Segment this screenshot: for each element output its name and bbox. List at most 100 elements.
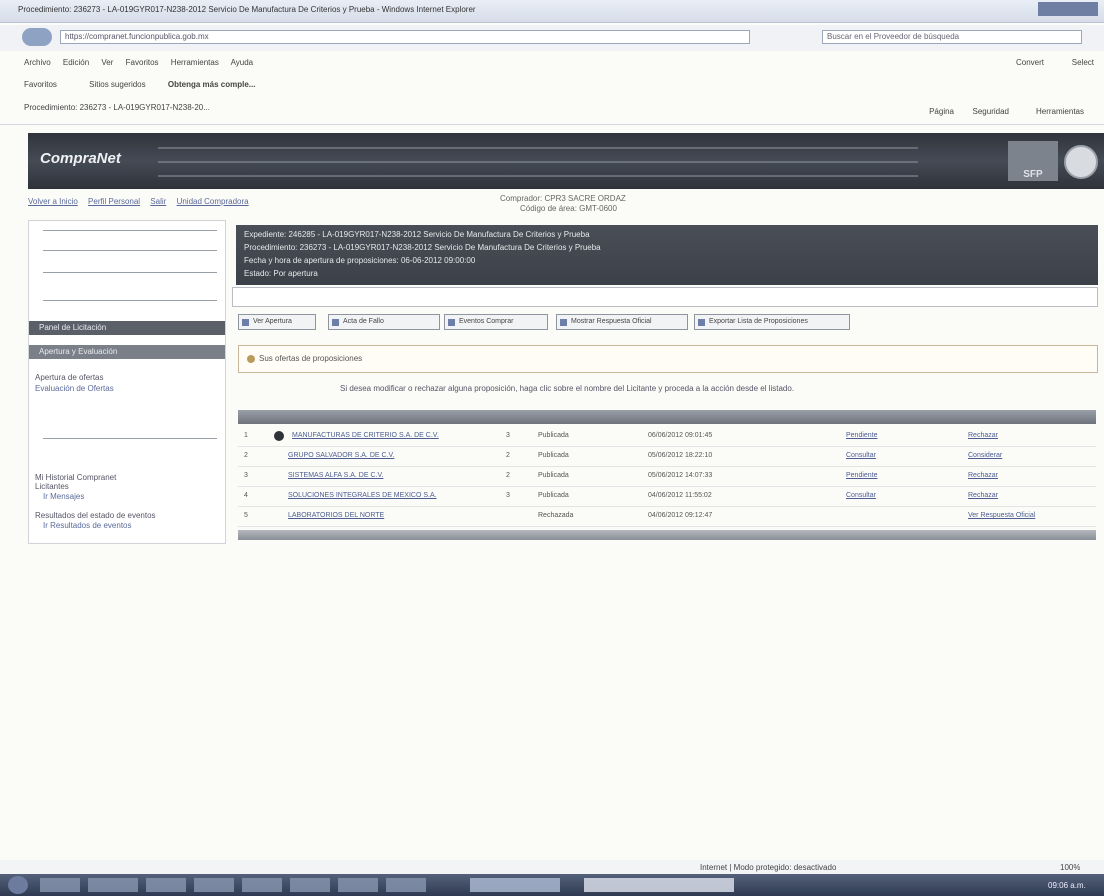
cmd-herramientas[interactable]: Herramientas: [1036, 107, 1084, 116]
taskbar-item[interactable]: [194, 878, 234, 892]
site-banner: CompraNet SFP: [28, 133, 1104, 189]
bidder-link[interactable]: SISTEMAS ALFA S.A. DE C.V.: [288, 472, 383, 479]
info-fecha-apertura: Fecha y hora de apertura de proposicione…: [244, 256, 476, 265]
url-input[interactable]: https://compranet.funcionpublica.gob.mx: [60, 30, 750, 44]
bidder-link[interactable]: LABORATORIOS DEL NORTE: [288, 512, 384, 519]
row-date: 04/06/2012 09:12:47: [648, 512, 713, 519]
row-number: 2: [244, 452, 248, 459]
taskbar-item[interactable]: [290, 878, 330, 892]
row-status: Publicada: [538, 472, 569, 479]
taskbar-item[interactable]: [146, 878, 186, 892]
document-icon: [560, 319, 567, 326]
link-unidad[interactable]: Unidad Compradora: [177, 197, 249, 206]
document-icon: [242, 319, 249, 326]
bidder-link[interactable]: MANUFACTURAS DE CRITERIO S.A. DE C.V.: [292, 432, 439, 439]
search-input[interactable]: Buscar en el Proveedor de búsqueda: [822, 30, 1082, 44]
row-action[interactable]: Rechazar: [968, 472, 998, 479]
info-procedimiento: Procedimiento: 236273 - LA-019GYR017-N23…: [244, 243, 601, 252]
row-qty: 2: [506, 452, 510, 459]
tab-procedimiento[interactable]: Procedimiento: 236273 - LA-019GYR017-N23…: [24, 103, 210, 112]
row-action[interactable]: Considerar: [968, 452, 1002, 459]
row-status: Publicada: [538, 432, 569, 439]
government-seal-icon: [1064, 145, 1098, 179]
menu-item-herramientas[interactable]: Herramientas: [171, 58, 219, 67]
taskbar-item[interactable]: [338, 878, 378, 892]
back-button[interactable]: [22, 28, 52, 46]
taskbar-item[interactable]: [40, 878, 80, 892]
row-date: 04/06/2012 11:55:02: [648, 492, 712, 499]
collapsed-panel-bar[interactable]: [232, 287, 1098, 307]
clock[interactable]: 09:06 a.m.: [1048, 881, 1086, 890]
menu-item-favoritos[interactable]: Favoritos: [126, 58, 159, 67]
link-salir[interactable]: Salir: [150, 197, 166, 206]
row-qty: 3: [506, 432, 510, 439]
table-row: 5 LABORATORIOS DEL NORTE Rechazada 04/06…: [238, 508, 1096, 527]
start-button-icon[interactable]: [8, 876, 28, 894]
window-controls[interactable]: [1038, 2, 1098, 16]
convert-button[interactable]: Convert: [1016, 58, 1044, 67]
row-status: Rechazada: [538, 512, 574, 519]
select-button[interactable]: Select: [1072, 58, 1094, 67]
sidebar-item-evaluacion[interactable]: Evaluación de Ofertas: [35, 384, 114, 393]
favorites-button[interactable]: Favoritos: [24, 80, 57, 89]
row-action[interactable]: Rechazar: [968, 432, 998, 439]
row-link[interactable]: Consultar: [846, 452, 876, 459]
sfp-logo: SFP: [1008, 141, 1058, 181]
taskbar: 09:06 a.m.: [0, 874, 1104, 896]
sidebar-collapsed-item[interactable]: [33, 225, 221, 235]
sidebar-collapsed-item[interactable]: [33, 295, 221, 305]
status-bar: Internet | Modo protegido: desactivado 1…: [0, 860, 1104, 874]
table-row: 1 MANUFACTURAS DE CRITERIO S.A. DE C.V. …: [238, 428, 1096, 447]
banner-stripe: [158, 147, 918, 149]
taskbar-item[interactable]: [242, 878, 282, 892]
cmd-pagina[interactable]: Página: [929, 107, 954, 116]
eventos-comprar-label: Eventos Comprar: [459, 318, 514, 325]
row-number: 4: [244, 492, 248, 499]
row-qty: 2: [506, 472, 510, 479]
top-links: Volver a Inicio Perfil Personal Salir Un…: [28, 197, 257, 206]
sidebar-section-apertura[interactable]: Apertura y Evaluación: [29, 345, 225, 359]
ver-apertura-button[interactable]: Ver Apertura: [238, 314, 316, 330]
sidebar-mensajes-link[interactable]: Ir Mensajes: [43, 492, 84, 501]
menu-item-edicion[interactable]: Edición: [63, 58, 89, 67]
link-perfil[interactable]: Perfil Personal: [88, 197, 140, 206]
taskbar-search[interactable]: [584, 878, 734, 892]
bidder-link[interactable]: SOLUCIONES INTEGRALES DE MEXICO S.A.: [288, 492, 437, 499]
sidebar-collapsed-item[interactable]: [33, 245, 221, 255]
sidebar-item-apertura[interactable]: Apertura de ofertas: [35, 373, 103, 382]
compranet-logo[interactable]: CompraNet: [40, 150, 121, 167]
sidebar-collapsed-item[interactable]: [33, 433, 221, 443]
stop-icon: [274, 431, 284, 441]
menu-item-archivo[interactable]: Archivo: [24, 58, 51, 67]
menu-item-ver[interactable]: Ver: [101, 58, 113, 67]
sidebar-section-panel[interactable]: Panel de Licitación: [29, 321, 225, 335]
row-status: Publicada: [538, 492, 569, 499]
section-header[interactable]: Sus ofertas de proposiciones: [238, 345, 1098, 373]
respuesta-oficial-button[interactable]: Mostrar Respuesta Oficial: [556, 314, 688, 330]
export-icon: [698, 319, 705, 326]
link-volver-inicio[interactable]: Volver a Inicio: [28, 197, 78, 206]
acta-fallo-button[interactable]: Acta de Fallo: [328, 314, 440, 330]
row-link[interactable]: Pendiente: [846, 432, 878, 439]
sidebar-resultados-link[interactable]: Ir Resultados de eventos: [43, 521, 132, 530]
row-action[interactable]: Ver Respuesta Oficial: [968, 512, 1035, 519]
cmd-seguridad[interactable]: Seguridad: [973, 107, 1009, 116]
eventos-comprar-button[interactable]: Eventos Comprar: [444, 314, 548, 330]
exportar-lista-button[interactable]: Exportar Lista de Proposiciones: [694, 314, 850, 330]
taskbar-item-active[interactable]: [470, 878, 560, 892]
menu-item-ayuda[interactable]: Ayuda: [231, 58, 254, 67]
suggested-sites-link[interactable]: Sitios sugeridos: [89, 80, 145, 89]
taskbar-item[interactable]: [386, 878, 426, 892]
row-link[interactable]: Consultar: [846, 492, 876, 499]
banner-stripe: [158, 161, 918, 163]
bidder-link[interactable]: GRUPO SALVADOR S.A. DE C.V.: [288, 452, 394, 459]
zoom-level[interactable]: 100%: [1060, 863, 1080, 872]
row-action[interactable]: Rechazar: [968, 492, 998, 499]
sidebar-collapsed-item[interactable]: [33, 267, 221, 277]
taskbar-item[interactable]: [88, 878, 138, 892]
user-info-line2: Código de área: GMT-0600: [520, 204, 617, 213]
row-number: 1: [244, 432, 248, 439]
row-link[interactable]: Pendiente: [846, 472, 878, 479]
row-date: 06/06/2012 09:01:45: [648, 432, 713, 439]
get-more-link[interactable]: Obtenga más comple...: [168, 80, 256, 89]
